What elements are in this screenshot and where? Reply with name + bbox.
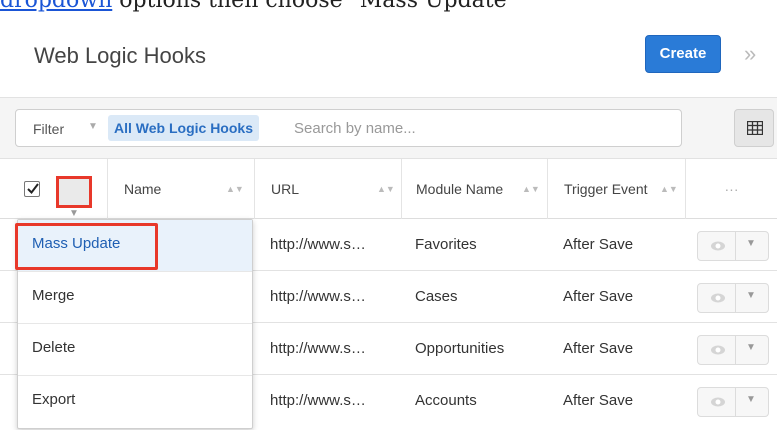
row-actions: ▼ [697,283,769,313]
menu-item-delete[interactable]: Delete [18,324,252,376]
trigger-cell: After Save [563,288,634,305]
filter-search-box: Filter ▼ All Web Logic Hooks [15,109,682,147]
divider [735,336,736,364]
actions-dropdown-button[interactable]: ▼ [56,176,92,219]
column-label: Name [124,181,162,197]
page-title: Web Logic Hooks [34,43,207,68]
eye-icon[interactable] [710,238,726,254]
trigger-cell: After Save [563,340,634,357]
sort-icon[interactable]: ▲▼ [522,159,540,219]
highlight-annotation [15,223,158,270]
create-button[interactable]: Create [645,35,721,73]
url-cell[interactable]: http://www.s… [270,375,366,427]
chevron-down-icon[interactable]: ▼ [746,342,756,353]
dropdown-link[interactable]: dropdown [0,0,112,13]
chevron-down-icon[interactable]: ▼ [88,121,98,132]
column-header-name[interactable]: Name ▲▼ [107,159,254,219]
column-label: Trigger Event [564,181,648,197]
row-actions: ▼ [697,387,769,417]
expand-sidebar-icon[interactable]: » [744,41,756,67]
module-cell: Opportunities [415,340,505,357]
divider [735,284,736,312]
trigger-cell: After Save [563,392,634,409]
row-actions: ▼ [697,231,769,261]
menu-item-merge[interactable]: Merge [18,272,252,324]
menu-item-export[interactable]: Export [18,376,252,428]
table-header: ▼ Name ▲▼ URL ▲▼ Module Name ▲▼ Trigger … [0,159,777,219]
divider [735,388,736,416]
table-grid-icon [747,121,763,135]
column-header-trigger-event[interactable]: Trigger Event ▲▼ [547,159,685,219]
sort-icon[interactable]: ▲▼ [660,159,678,219]
divider [735,232,736,260]
url-cell[interactable]: http://www.s… [270,219,366,271]
filter-pill-all-web-logic-hooks[interactable]: All Web Logic Hooks [108,115,259,141]
url-cell[interactable]: http://www.s… [270,323,366,375]
eye-icon[interactable] [710,290,726,306]
search-input[interactable] [294,116,674,140]
sort-icon[interactable]: ▲▼ [226,159,244,219]
column-label: URL [271,181,300,197]
filter-bar: Filter ▼ All Web Logic Hooks [0,97,777,159]
column-header-url[interactable]: URL ▲▼ [254,159,401,219]
eye-icon[interactable] [710,342,726,358]
actions-header[interactable]: ··· [685,159,777,219]
url-cell[interactable]: http://www.s… [270,271,366,323]
checkmark-icon [27,183,39,195]
filter-dropdown[interactable]: Filter [33,121,64,137]
instruction-text: options then choose "Mass Update" [112,0,517,13]
module-cell: Favorites [415,236,477,253]
module-cell: Cases [415,288,458,305]
chevron-down-icon[interactable]: ▼ [746,238,756,249]
page-header: Web Logic Hooks Create » [0,26,777,92]
row-actions: ▼ [697,335,769,365]
select-all-header: ▼ [0,159,107,219]
eye-icon[interactable] [710,394,726,410]
column-label: Module Name [416,181,504,197]
chevron-down-icon[interactable]: ▼ [746,394,756,405]
select-all-checkbox[interactable] [24,181,40,197]
trigger-cell: After Save [563,236,634,253]
module-cell: Accounts [415,392,477,409]
list-view-toggle-button[interactable] [734,109,774,147]
column-header-module-name[interactable]: Module Name ▲▼ [401,159,547,219]
sort-icon[interactable]: ▲▼ [377,159,395,219]
instruction-sentence: dropdown options then choose "Mass Updat… [0,0,777,18]
chevron-down-icon[interactable]: ▼ [746,290,756,301]
